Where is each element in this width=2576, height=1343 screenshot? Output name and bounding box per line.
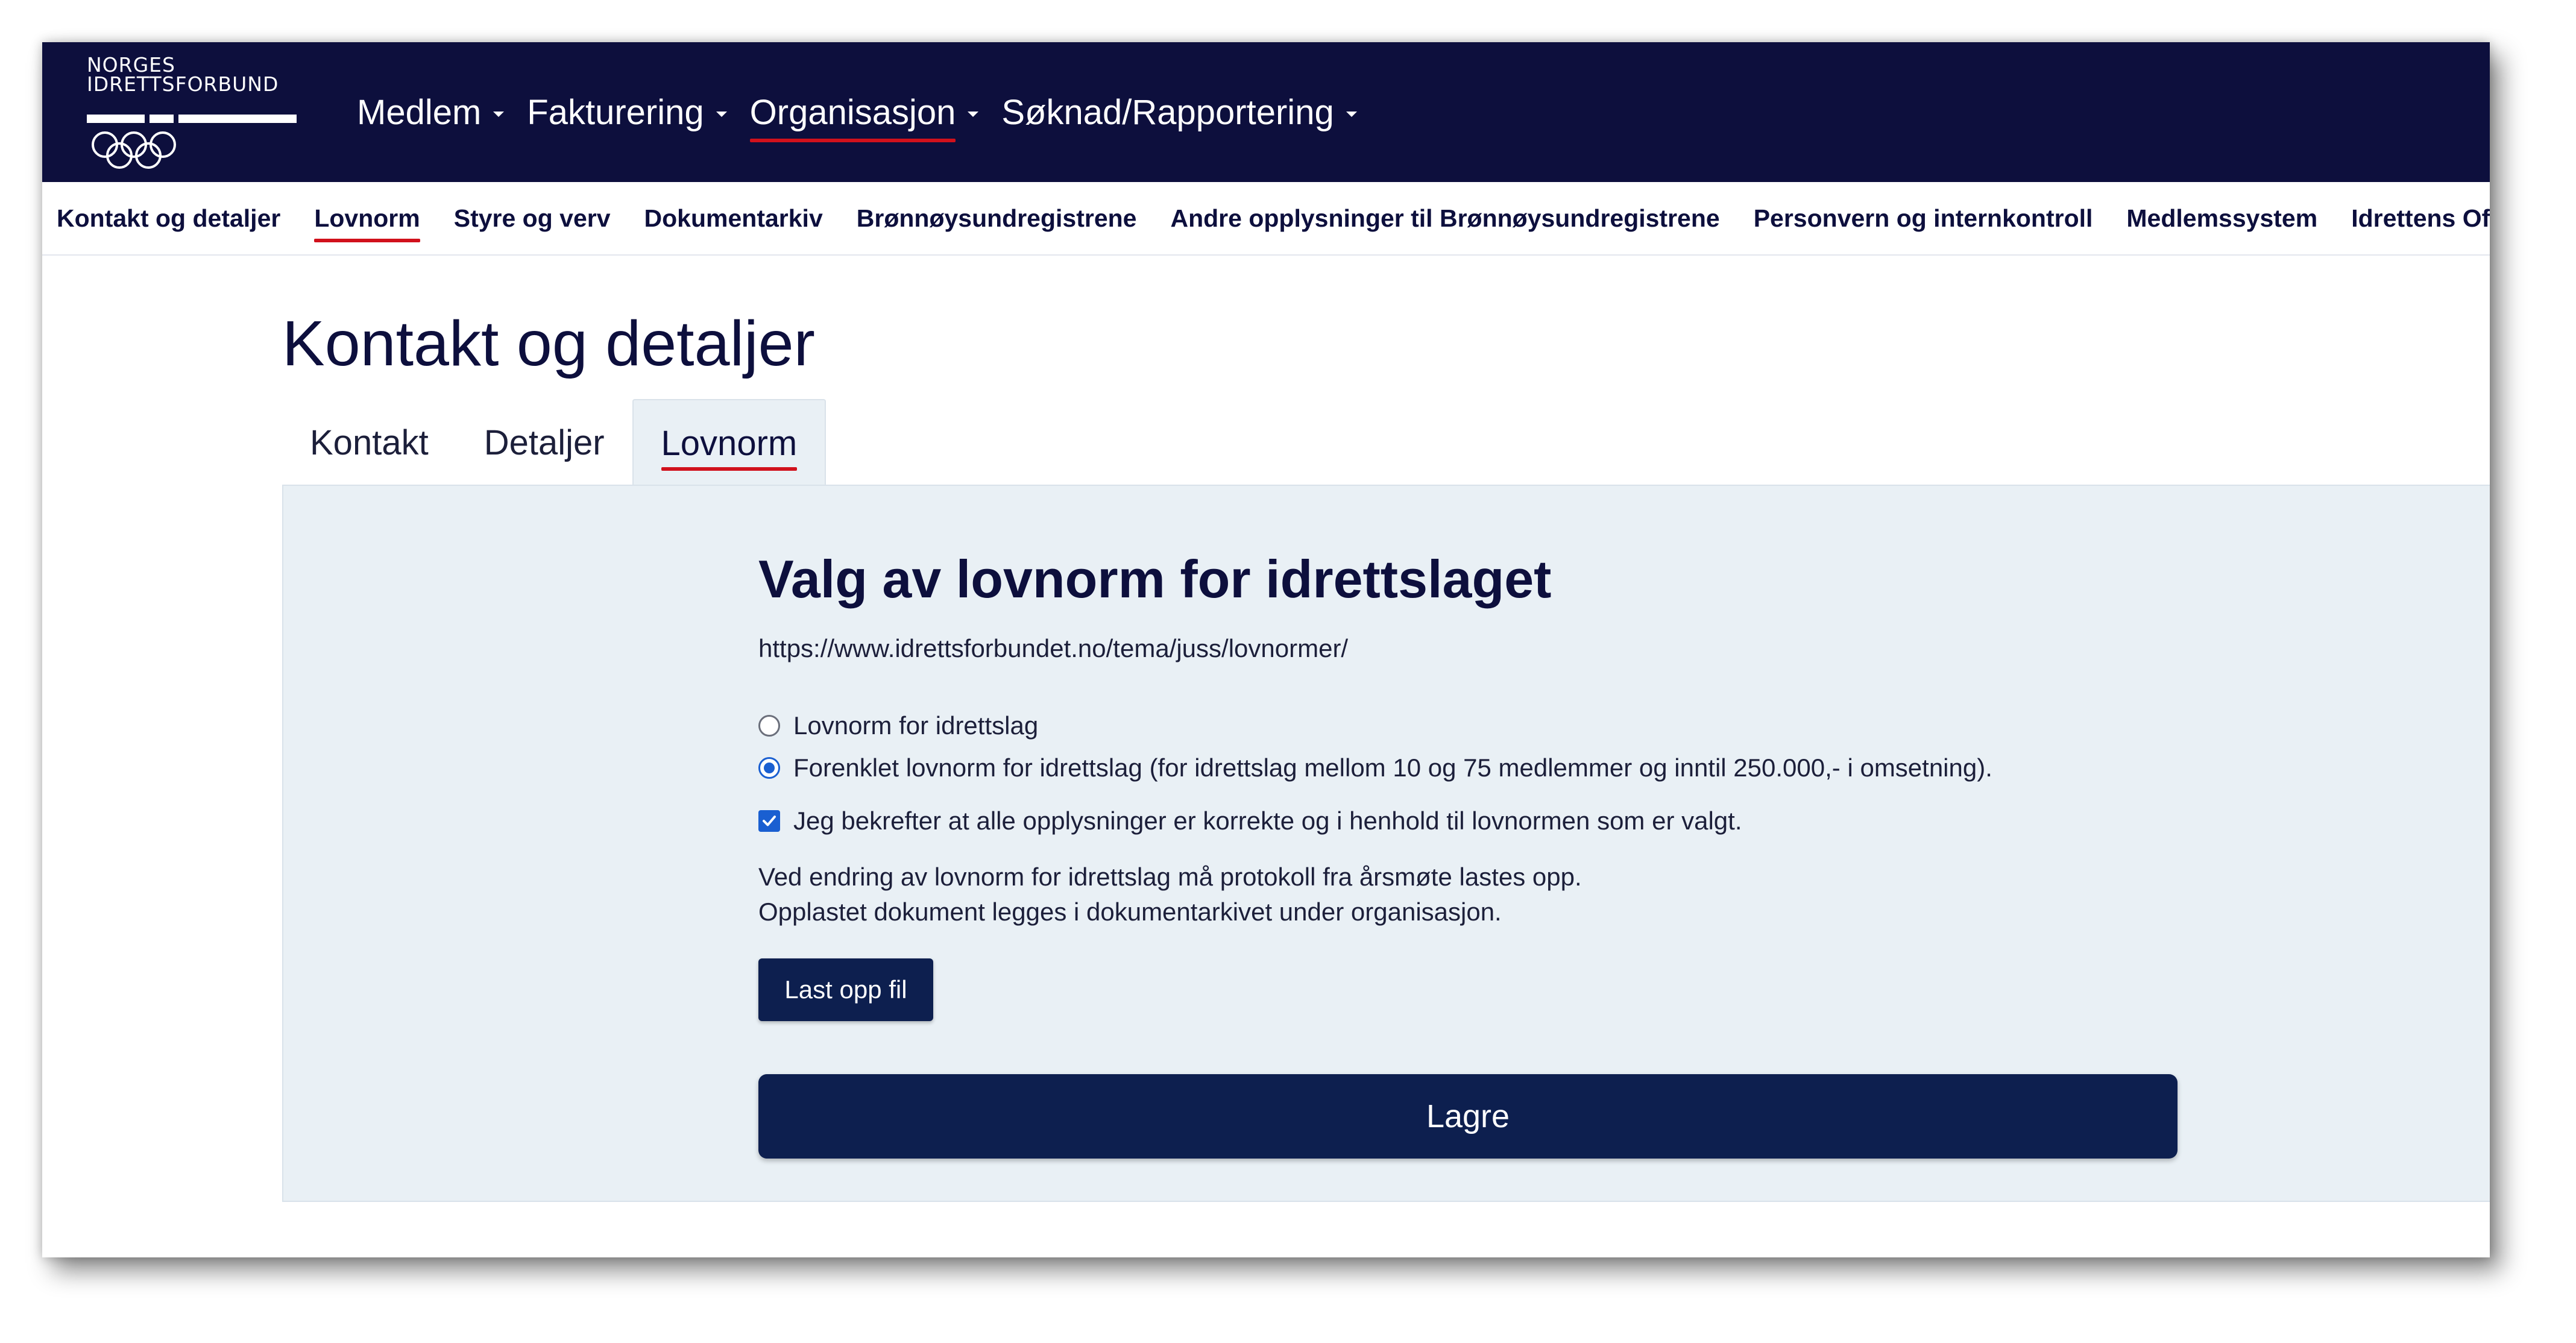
confirm-checkbox-row[interactable]: Jeg bekrefter at alle opplysninger er ko… bbox=[758, 807, 2181, 835]
mainnav-label: Organisasjon bbox=[749, 92, 956, 142]
caret-down-icon bbox=[493, 111, 505, 117]
upload-note-line-2: Opplastet dokument legges i dokumentarki… bbox=[758, 898, 1502, 926]
subnav-item-medlemssystem[interactable]: Medlemssystem bbox=[2126, 204, 2317, 233]
tab-label: Detaljer bbox=[483, 423, 605, 462]
subnav-item-dokumentarkiv[interactable]: Dokumentarkiv bbox=[644, 204, 823, 233]
mainnav-label: Fakturering bbox=[527, 92, 704, 132]
caret-down-icon bbox=[968, 111, 979, 117]
radio-label: Lovnorm for idrettslag bbox=[793, 711, 1039, 740]
subnav-item-kontakt-og-detaljer[interactable]: Kontakt og detaljer bbox=[57, 204, 280, 233]
logo-flag-bars bbox=[87, 115, 297, 124]
save-button[interactable]: Lagre bbox=[758, 1074, 2178, 1159]
nif-logo[interactable]: NORGES IDRETTSFORBUND bbox=[87, 55, 304, 170]
confirm-checkbox[interactable] bbox=[758, 810, 780, 832]
tab-lovnorm[interactable]: Lovnorm bbox=[632, 399, 827, 486]
subnav-item-styre-og-verv[interactable]: Styre og verv bbox=[454, 204, 611, 233]
tab-kontakt[interactable]: Kontakt bbox=[282, 399, 456, 486]
radio-button[interactable] bbox=[758, 715, 780, 737]
mainnav-item-soknad-rapportering[interactable]: Søknad/Rapportering bbox=[1001, 85, 1357, 139]
radio-button-selected[interactable] bbox=[758, 757, 780, 779]
mainnav-label: Søknad/Rapportering bbox=[1001, 92, 1334, 132]
lovnorm-link[interactable]: https://www.idrettsforbundet.no/tema/jus… bbox=[758, 634, 2181, 663]
caret-down-icon bbox=[1346, 111, 1357, 117]
subnav-item-personvern[interactable]: Personvern og internkontroll bbox=[1754, 204, 2093, 233]
subnav-item-idrettens-of[interactable]: Idrettens Of bbox=[2351, 204, 2490, 233]
sub-navigation: Kontakt og detaljer Lovnorm Styre og ver… bbox=[42, 182, 2490, 256]
tab-bar: Kontakt Detaljer Lovnorm bbox=[282, 399, 827, 486]
app-window: NORGES IDRETTSFORBUND Medlem Fakturering… bbox=[42, 42, 2490, 1257]
radio-option-forenklet-lovnorm[interactable]: Forenklet lovnorm for idrettslag (for id… bbox=[758, 753, 2181, 782]
upload-note: Ved endring av lovnorm for idrettslag må… bbox=[758, 860, 2181, 929]
subnav-item-andre-opplysninger[interactable]: Andre opplysninger til Brønnøysundregist… bbox=[1170, 204, 1719, 233]
caret-down-icon bbox=[716, 111, 727, 117]
subnav-item-bronnoysundregistrene[interactable]: Brønnøysundregistrene bbox=[857, 204, 1137, 233]
olympic-rings-icon bbox=[92, 131, 176, 169]
radio-option-lovnorm[interactable]: Lovnorm for idrettslag bbox=[758, 711, 2181, 740]
lovnorm-form: Valg av lovnorm for idrettslaget https:/… bbox=[758, 549, 2181, 1159]
mainnav-item-organisasjon[interactable]: Organisasjon bbox=[749, 85, 979, 142]
confirm-label: Jeg bekrefter at alle opplysninger er ko… bbox=[793, 807, 1742, 835]
mainnav-label: Medlem bbox=[357, 92, 482, 132]
subnav-item-lovnorm[interactable]: Lovnorm bbox=[314, 204, 421, 242]
lovnorm-panel: Valg av lovnorm for idrettslaget https:/… bbox=[282, 485, 2490, 1202]
radio-label: Forenklet lovnorm for idrettslag (for id… bbox=[793, 753, 1992, 782]
logo-text-idrettsforbund: IDRETTSFORBUND bbox=[87, 72, 279, 96]
upload-note-line-1: Ved endring av lovnorm for idrettslag må… bbox=[758, 863, 1582, 891]
top-navbar: NORGES IDRETTSFORBUND Medlem Fakturering… bbox=[42, 42, 2490, 182]
upload-file-button[interactable]: Last opp fil bbox=[758, 958, 933, 1021]
mainnav-item-fakturering[interactable]: Fakturering bbox=[527, 85, 727, 139]
tab-detaljer[interactable]: Detaljer bbox=[456, 399, 632, 486]
mainnav-item-medlem[interactable]: Medlem bbox=[357, 85, 505, 139]
section-title: Valg av lovnorm for idrettslaget bbox=[758, 549, 1552, 609]
page-title: Kontakt og detaljer bbox=[282, 308, 815, 379]
tab-label: Lovnorm bbox=[661, 423, 798, 471]
main-navigation: Medlem Fakturering Organisasjon Søknad/R… bbox=[357, 42, 1380, 182]
tab-label: Kontakt bbox=[310, 423, 429, 462]
checkmark-icon bbox=[763, 816, 776, 826]
